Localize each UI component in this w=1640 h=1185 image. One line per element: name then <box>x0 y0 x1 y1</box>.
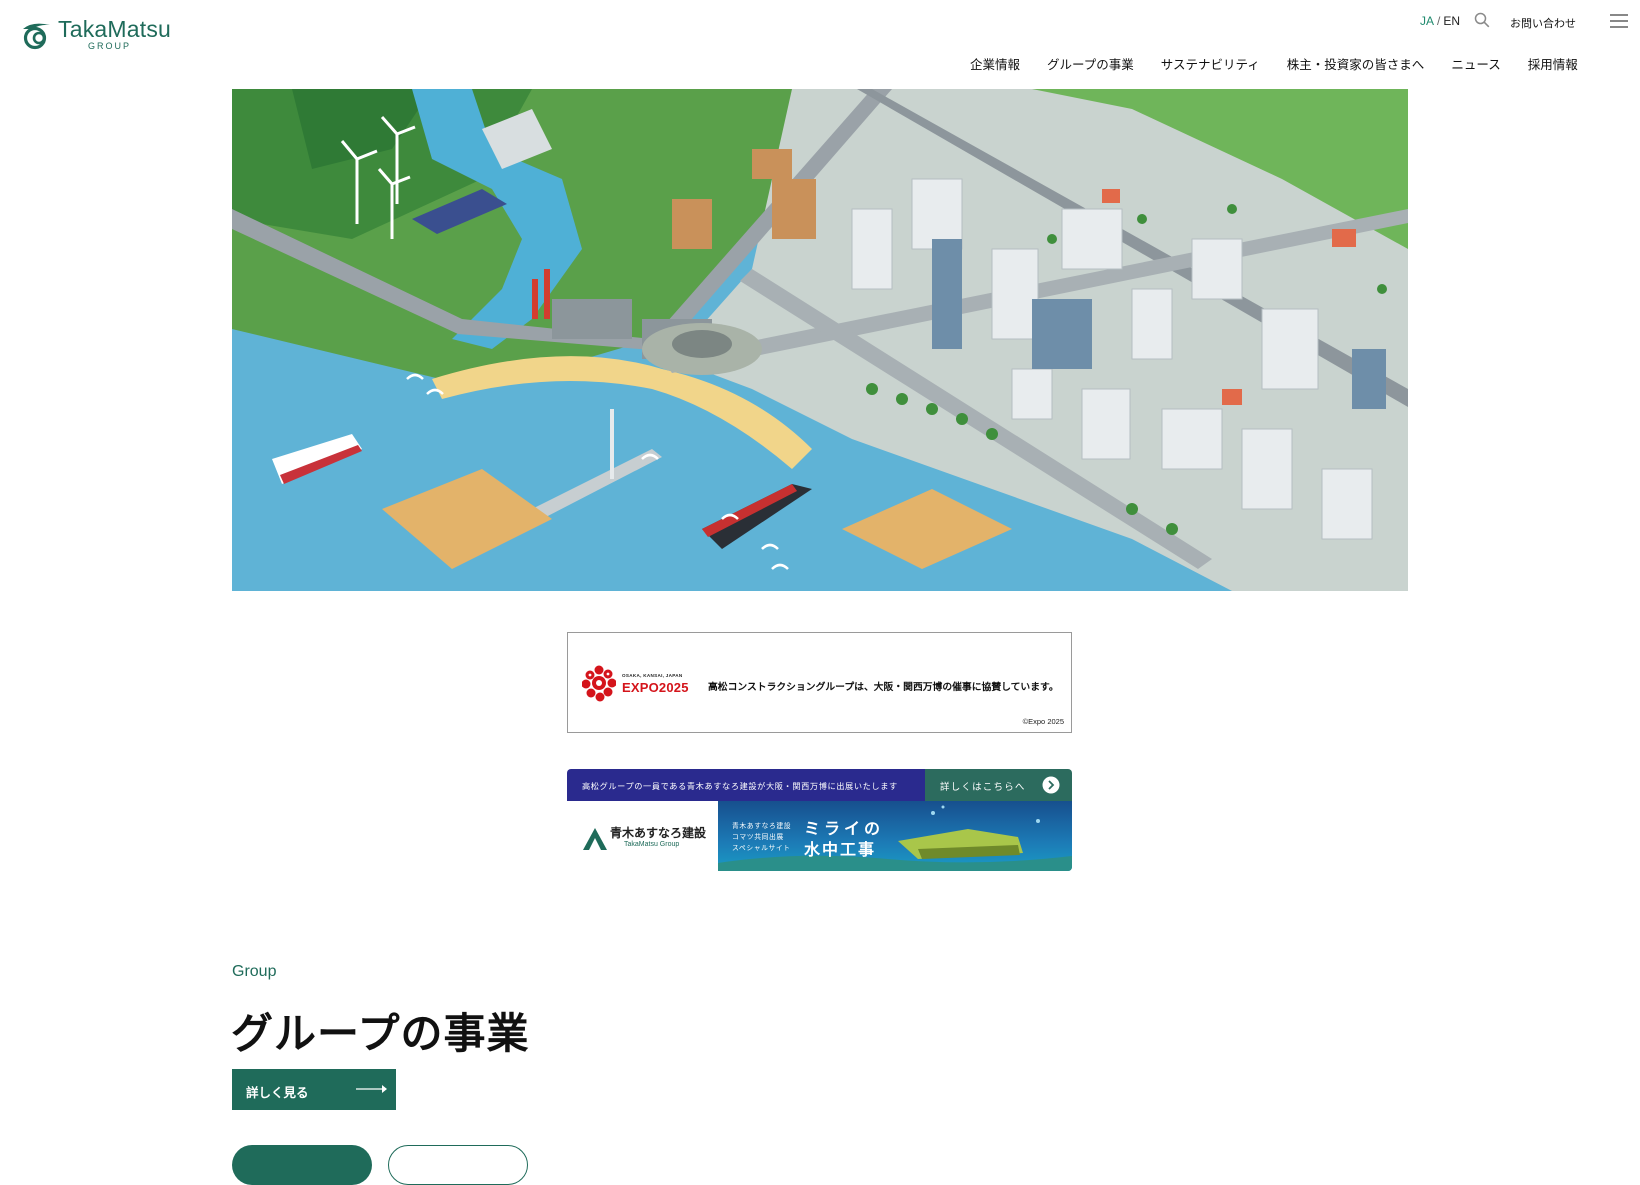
aoki-banner-top-text: 高松グループの一員である青木あすなろ建設が大阪・関西万博に出展いたします <box>582 781 898 791</box>
aoki-company-name: 青木あすなろ建設 <box>610 826 707 840</box>
aoki-banner-top-bar: 高松グループの一員である青木あすなろ建設が大阪・関西万博に出展いたします <box>567 769 925 801</box>
group-tab-active[interactable] <box>232 1145 372 1185</box>
nav-news[interactable]: ニュース <box>1451 54 1500 73</box>
contact-link[interactable]: お問い合わせ <box>1510 15 1576 31</box>
aoki-banner-cta-label: 詳しくはこちらへ <box>940 782 1026 793</box>
nav-group-business[interactable]: グループの事業 <box>1047 54 1134 73</box>
global-nav: 企業情報 グループの事業 サステナビリティ 株主・投資家の皆さまへ ニュース 採… <box>970 54 1578 73</box>
section-label-group: Group <box>232 963 277 980</box>
view-more-button[interactable]: 詳しく見る <box>232 1069 396 1110</box>
expo2025-banner[interactable]: OSAKA, KANSAI, JAPAN EXPO2025 高松コンストラクショ… <box>567 632 1072 733</box>
nav-sustainability[interactable]: サステナビリティ <box>1161 54 1260 73</box>
hamburger-menu-icon[interactable] <box>1610 14 1628 28</box>
aoki-special-site-text: 青木あすなろ建設 コマツ共同出展 スペシャルサイト <box>732 822 792 852</box>
nav-company[interactable]: 企業情報 <box>970 54 1020 73</box>
lang-ja-link[interactable]: JA <box>1420 14 1434 28</box>
aoki-asunaro-logo-icon <box>583 828 607 850</box>
lang-separator: / <box>1437 14 1441 28</box>
takamatsu-logo-icon <box>23 23 50 49</box>
aoki-group-label: TakaMatsu Group <box>624 841 680 848</box>
expo2025-logo-icon <box>582 665 616 702</box>
view-more-label: 詳しく見る <box>246 1086 309 1100</box>
nav-investors[interactable]: 株主・投資家の皆さまへ <box>1287 54 1425 73</box>
logo-sub: GROUP <box>88 41 132 51</box>
expo-banner-text: 高松コンストラクショングループは、大阪・関西万博の催事に協賛しています。 <box>708 682 1059 693</box>
language-switcher: JA / EN <box>1420 14 1460 28</box>
nav-recruit[interactable]: 採用情報 <box>1528 54 1578 73</box>
site-logo[interactable]: TakaMatsu GROUP <box>20 18 171 51</box>
expo-logo-small-text: OSAKA, KANSAI, JAPAN <box>622 673 683 678</box>
aoki-title-line2: 水中工事 <box>804 840 877 859</box>
section-title: グループの事業 <box>231 1009 530 1058</box>
group-tab-inactive[interactable] <box>388 1145 528 1185</box>
search-icon[interactable] <box>1474 12 1490 28</box>
arrow-right-icon <box>356 1085 387 1093</box>
lang-en-link[interactable]: EN <box>1443 14 1460 28</box>
expo-logo-title: EXPO2025 <box>622 680 689 695</box>
expo-copyright: ©Expo 2025 <box>1022 717 1064 726</box>
arrow-circle-right-icon[interactable] <box>1042 776 1060 794</box>
hero-city-illustration <box>232 89 1408 591</box>
logo-name: TakaMatsu <box>58 16 172 42</box>
